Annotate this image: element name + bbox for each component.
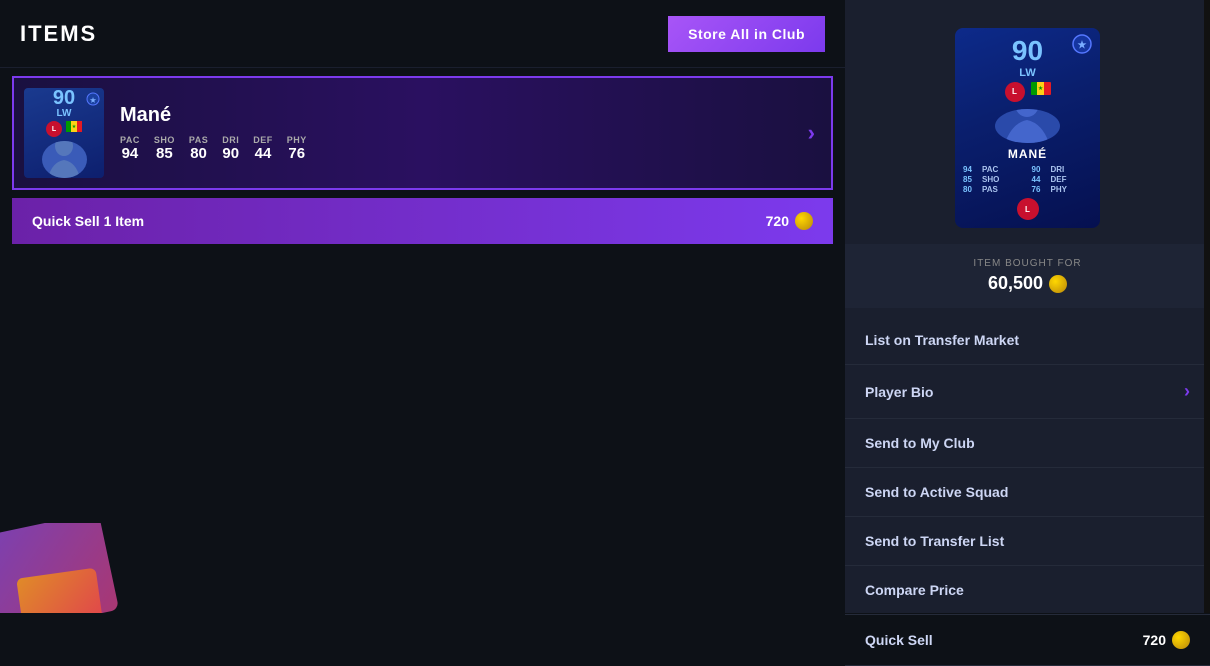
item-bought-coin [1049, 275, 1067, 293]
player-info: Mané PAC 94 SHO 85 PAS 80 DRI 90 [104, 104, 808, 162]
item-bought-section: ITEM BOUGHT FOR 60,500 [845, 244, 1210, 308]
action-send-active-squad[interactable]: Send to Active Squad [845, 468, 1210, 517]
svg-text:★: ★ [90, 97, 97, 105]
store-all-button[interactable]: Store All in Club [668, 16, 825, 52]
coin-icon [795, 212, 813, 230]
right-panel: ★ 90 LW L ★ [845, 0, 1210, 613]
card-flags: L ★ [1005, 82, 1051, 102]
card-player-name: MANÉ [1008, 147, 1047, 161]
quick-sell-label: Quick Sell 1 Item [32, 213, 144, 229]
quick-sell-action-value: 720 [1143, 631, 1190, 649]
card-stat-def: 44 DEF [1032, 175, 1093, 184]
card-stat-pac: 94 PAC [963, 165, 1024, 174]
action-label-quick-sell: Quick Sell [865, 632, 933, 648]
player-silhouette-mini [42, 141, 87, 178]
card-stats-grid: 94 PAC 90 DRI 85 SHO 44 DEF 80 PAS [963, 165, 1092, 194]
stat-phy: PHY 76 [287, 135, 307, 162]
svg-text:★: ★ [1078, 40, 1087, 51]
club-logo-mini: L [46, 121, 62, 137]
card-stat-phy: 76 PHY [1032, 185, 1093, 194]
player-row-chevron: › [808, 120, 815, 146]
card-country-flag: ★ [1031, 82, 1051, 95]
items-header: ITEMS Store All in Club [0, 0, 845, 68]
left-panel: ITEMS Store All in Club 90 LW L ★ [0, 0, 845, 613]
card-position: LW [1019, 67, 1036, 79]
player-name: Mané [120, 104, 808, 127]
stat-def: DEF 44 [253, 135, 273, 162]
ucl-badge-mini: ★ [86, 92, 100, 111]
player-card-large: ★ 90 LW L ★ [955, 28, 1100, 228]
player-rating-mini: 90 [53, 88, 75, 108]
player-bio-chevron: › [1184, 381, 1190, 402]
club-flag-mini: L ★ [46, 121, 82, 137]
card-stat-pas: 80 PAS [963, 185, 1024, 194]
player-card-mini: 90 LW L ★ ★ [24, 88, 104, 178]
action-player-bio[interactable]: Player Bio › [845, 365, 1210, 419]
card-stat-dri: 90 DRI [1032, 165, 1093, 174]
item-bought-number: 60,500 [988, 273, 1043, 294]
country-flag-mini: ★ [66, 121, 82, 132]
stat-dri: DRI 90 [222, 135, 239, 162]
action-label-compare-price: Compare Price [865, 582, 964, 598]
action-label-send-my-club: Send to My Club [865, 435, 975, 451]
action-list: List on Transfer Market Player Bio › Sen… [845, 316, 1210, 666]
item-bought-value: 60,500 [865, 273, 1190, 294]
player-figure-mini [44, 141, 84, 178]
quick-sell-bar[interactable]: Quick Sell 1 Item 720 [12, 198, 833, 244]
bottom-decoration [0, 523, 130, 613]
quick-sell-number: 720 [766, 213, 789, 229]
action-list-transfer-market[interactable]: List on Transfer Market [845, 316, 1210, 365]
action-label-player-bio: Player Bio [865, 384, 933, 400]
card-display-area: ★ 90 LW L ★ [845, 0, 1210, 244]
card-stat-sho: 85 SHO [963, 175, 1024, 184]
action-label-send-active-squad: Send to Active Squad [865, 484, 1008, 500]
card-club-logo: L [1005, 82, 1025, 102]
stat-sho: SHO 85 [154, 135, 175, 162]
card-rating: 90 [1012, 36, 1043, 67]
item-bought-label: ITEM BOUGHT FOR [865, 258, 1190, 269]
stat-pac: PAC 94 [120, 135, 140, 162]
quick-sell-action-number: 720 [1143, 632, 1166, 648]
action-label-list-transfer: List on Transfer Market [865, 332, 1019, 348]
action-label-send-transfer-list: Send to Transfer List [865, 533, 1004, 549]
quick-sell-action-coin [1172, 631, 1190, 649]
card-bottom-club: L [1017, 198, 1039, 220]
ucl-badge-large: ★ [1072, 34, 1092, 59]
action-compare-price[interactable]: Compare Price [845, 566, 1210, 615]
action-send-my-club[interactable]: Send to My Club [845, 419, 1210, 468]
right-scrollbar[interactable] [1204, 0, 1210, 613]
stat-pas: PAS 80 [189, 135, 208, 162]
player-row[interactable]: 90 LW L ★ ★ Mané [12, 76, 833, 190]
page-title: ITEMS [20, 21, 97, 47]
quick-sell-value: 720 [766, 212, 813, 230]
player-position-mini: LW [57, 108, 72, 119]
player-figure-large [995, 109, 1060, 143]
action-quick-sell[interactable]: Quick Sell 720 [845, 615, 1210, 666]
player-stats-row: PAC 94 SHO 85 PAS 80 DRI 90 DEF 44 [120, 135, 808, 162]
action-send-transfer-list[interactable]: Send to Transfer List [845, 517, 1210, 566]
